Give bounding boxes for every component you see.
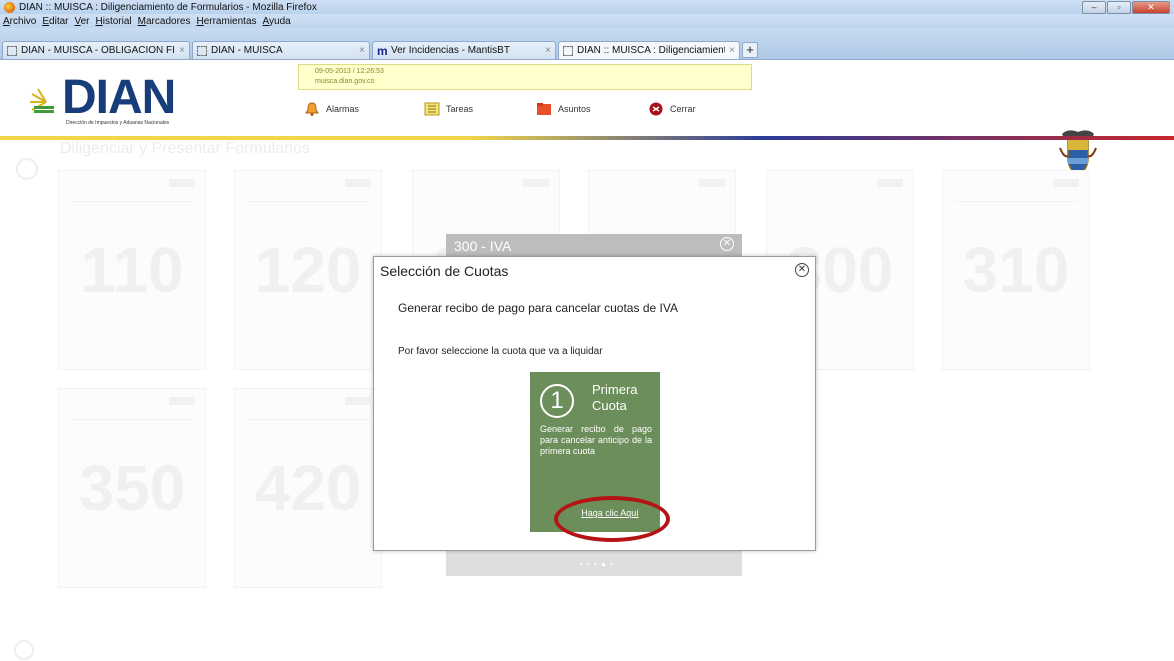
close-session-icon: [649, 102, 663, 116]
tasks-icon: [424, 102, 440, 116]
tab-close-icon[interactable]: ×: [729, 45, 735, 56]
form-card-310[interactable]: 310: [942, 170, 1090, 370]
minimize-icon[interactable]: –: [1082, 1, 1106, 14]
close-icon[interactable]: ✕: [795, 263, 809, 277]
firefox-icon: [4, 1, 15, 13]
background-heading: Diligenciar y Presentar Formularios: [60, 140, 310, 157]
card-line: [69, 419, 195, 420]
site-header: DIAN Dirección de Impuestos y Aduanas Na…: [0, 60, 1174, 175]
card-tag: [1053, 179, 1079, 187]
card-tag: [523, 179, 549, 187]
menu-editar[interactable]: Editar: [42, 16, 68, 27]
cuota-tile-primera[interactable]: 1 Primera Cuota Generar recibo de pago p…: [530, 372, 660, 532]
selection-dialog: Selección de Cuotas ✕ Generar recibo de …: [373, 256, 816, 551]
card-tag: [345, 397, 371, 405]
tab-mantis[interactable]: m Ver Incidencias - MantisBT ×: [372, 41, 556, 59]
card-line: [245, 201, 371, 202]
menu-marcadores[interactable]: Marcadores: [138, 16, 191, 27]
sun-icon: [30, 88, 54, 113]
tab-obligacion[interactable]: DIAN - MUISCA - OBLIGACION FINA... ×: [2, 41, 190, 59]
bell-icon: [305, 102, 319, 116]
card-line: [953, 201, 1079, 202]
iva-modal-title: 300 - IVA: [454, 238, 512, 254]
menu-historial[interactable]: Historial: [96, 16, 132, 27]
window-titlebar: DIAN :: MUISCA : Diligenciamiento de For…: [0, 0, 1174, 14]
window-title: DIAN :: MUISCA : Diligenciamiento de For…: [19, 1, 317, 13]
tab-close-icon[interactable]: ×: [545, 45, 551, 56]
form-card-350[interactable]: 350: [58, 388, 206, 588]
menu-ayuda[interactable]: Ayuda: [263, 16, 291, 27]
form-card-120[interactable]: 120: [234, 170, 382, 370]
domain: muisca.dian.gov.co: [315, 78, 375, 85]
cuota-title-line2: Cuota: [592, 398, 627, 413]
tab-bar: DIAN - MUISCA - OBLIGACION FINA... × DIA…: [0, 28, 1174, 60]
maximize-icon[interactable]: ▫: [1107, 1, 1131, 14]
card-line: [245, 419, 371, 420]
nav-asuntos[interactable]: Asuntos: [536, 100, 591, 118]
cuota-number: 1: [540, 384, 574, 418]
nav-alarmas[interactable]: Alarmas: [304, 100, 359, 118]
cuota-title-line1: Primera: [592, 382, 638, 397]
window-close-icon[interactable]: ✕: [1132, 1, 1170, 14]
new-tab-button[interactable]: +: [742, 42, 758, 58]
folder-icon: [537, 103, 551, 115]
form-card-420[interactable]: 420: [234, 388, 382, 588]
close-icon[interactable]: ✕: [720, 237, 734, 251]
logo-subtitle: Dirección de Impuestos y Aduanas Naciona…: [66, 120, 170, 126]
card-tag: [699, 179, 725, 187]
card-line: [69, 201, 195, 202]
info-icon[interactable]: [14, 640, 34, 660]
menu-archivo[interactable]: Archivo: [3, 16, 36, 27]
tab-diligenciamiento[interactable]: DIAN :: MUISCA : Diligenciamiento d... ×: [558, 41, 740, 59]
page-icon: [197, 45, 207, 56]
page-icon: [7, 45, 17, 56]
pager-dots[interactable]: • • • ● •: [580, 560, 614, 569]
iva-modal-header: 300 - IVA ✕: [446, 234, 742, 258]
card-tag: [345, 179, 371, 187]
menu-bar: Archivo Editar Ver Historial Marcadores …: [0, 14, 1174, 28]
tab-close-icon[interactable]: ×: [179, 45, 185, 56]
menu-herramientas[interactable]: Herramientas: [196, 16, 256, 27]
logo-text: DIAN: [62, 71, 176, 124]
dian-logo[interactable]: DIAN Dirección de Impuestos y Aduanas Na…: [28, 70, 198, 134]
form-number: 350: [78, 452, 186, 524]
tab-close-icon[interactable]: ×: [359, 45, 365, 56]
session-info: 09-05-2013 / 12:26:53 muisca.dian.gov.co: [298, 64, 752, 90]
card-tag: [169, 397, 195, 405]
form-number: 420: [254, 452, 362, 524]
window-controls: – ▫ ✕: [1082, 1, 1170, 14]
cuota-title: Primera Cuota: [592, 382, 638, 414]
home-icon[interactable]: [16, 158, 38, 180]
dialog-prompt: Por favor seleccione la cuota que va a l…: [398, 346, 603, 357]
form-number: 120: [254, 234, 362, 306]
card-tag: [169, 179, 195, 187]
cuota-description: Generar recibo de pago para cancelar ant…: [540, 424, 652, 456]
nav-cerrar[interactable]: Cerrar: [648, 100, 696, 118]
tab-dian-muisca[interactable]: DIAN - MUISCA ×: [192, 41, 370, 59]
nav-tareas[interactable]: Tareas: [424, 100, 473, 118]
form-card-110[interactable]: 110: [58, 170, 206, 370]
mantis-icon: m: [377, 43, 388, 58]
datetime: 09-05-2013 / 12:26:53: [315, 68, 384, 75]
dialog-subtitle: Generar recibo de pago para cancelar cuo…: [398, 301, 678, 315]
page-icon: [563, 45, 573, 56]
card-tag: [877, 179, 903, 187]
form-number: 110: [80, 234, 184, 306]
form-number: 310: [962, 234, 1070, 306]
menu-ver[interactable]: Ver: [74, 16, 89, 27]
haga-clic-link[interactable]: Haga clic Aquí: [560, 508, 660, 518]
dialog-title: Selección de Cuotas: [380, 263, 509, 279]
